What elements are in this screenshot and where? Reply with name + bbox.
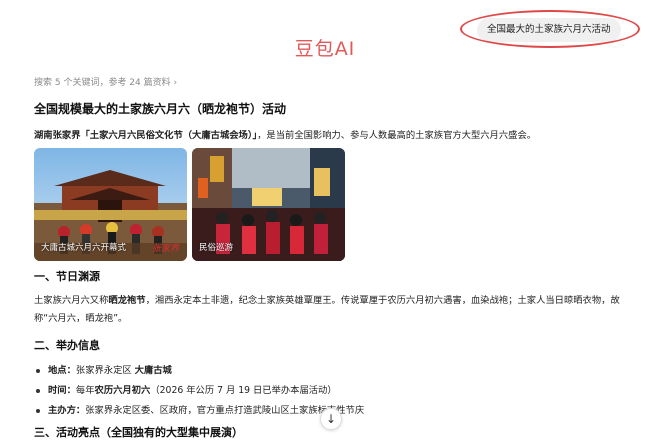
info-bold: 农历六月初六 <box>94 385 151 396</box>
info-label: 地点： <box>48 365 76 376</box>
origin-text-bold: 晒龙袍节 <box>108 295 146 306</box>
info-item-location: 地点：张家界永定区 大庸古城 <box>36 362 172 376</box>
info-bold: 大庸古城 <box>134 365 172 376</box>
origin-text-a: 土家族六月六又称 <box>34 295 109 306</box>
brand-logo: 豆包AI <box>294 38 356 60</box>
section-heading-info: 二、举办信息 <box>34 339 100 352</box>
info-item-organizer: 主办方：张家界永定区委、区政府，官方重点打造武陵山区土家族标志性节庆 <box>36 402 364 416</box>
info-label: 主办方： <box>48 405 86 416</box>
answer-title: 全国规模最大的土家族六月六（晒龙袍节）活动 <box>34 102 287 116</box>
photo-watermark: 张家界 <box>151 244 179 254</box>
opening-ceremony-photo[interactable]: 大庸古城六月六开幕式 张家界 <box>34 148 187 261</box>
arrow-down-icon: ↓ <box>325 412 337 426</box>
photo-caption: 大庸古城六月六开幕式 <box>41 243 127 253</box>
scroll-down-button[interactable]: ↓ <box>320 408 342 430</box>
intro-bold: 湖南张家界「土家六月六民俗文化节（大庸古城会场）」 <box>34 130 258 141</box>
section-heading-origin: 一、节日渊源 <box>34 270 100 283</box>
folk-parade-photo[interactable]: 民俗巡游 <box>192 148 345 261</box>
photo-caption: 民俗巡游 <box>199 243 234 253</box>
info-text: 张家界永定区 <box>75 365 135 376</box>
info-item-time: 时间：每年农历六月初六（2026 年公历 7 月 19 日已举办本届活动） <box>36 382 337 396</box>
intro-paragraph: 湖南张家界「土家六月六民俗文化节（大庸古城会场）」，是当前全国影响力、参与人数最… <box>34 127 634 141</box>
info-tail: （2026 年公历 7 月 19 日已举办本届活动） <box>150 385 337 396</box>
info-text: 每年 <box>75 385 95 396</box>
search-summary-link[interactable]: 搜索 5 个关键词，参考 24 篇资料 › <box>34 75 177 88</box>
section-heading-highlights: 三、活动亮点（全国独有的大型集中展演） <box>34 426 243 439</box>
info-label: 时间： <box>48 385 76 396</box>
origin-paragraph: 土家族六月六又称晒龙袍节，湘西永定本土非遗，纪念土家族英雄覃厘王。传说覃厘于农历… <box>34 292 620 328</box>
intro-rest: ，是当前全国影响力、参与人数最高的土家族官方大型六月六盛会。 <box>257 130 537 141</box>
